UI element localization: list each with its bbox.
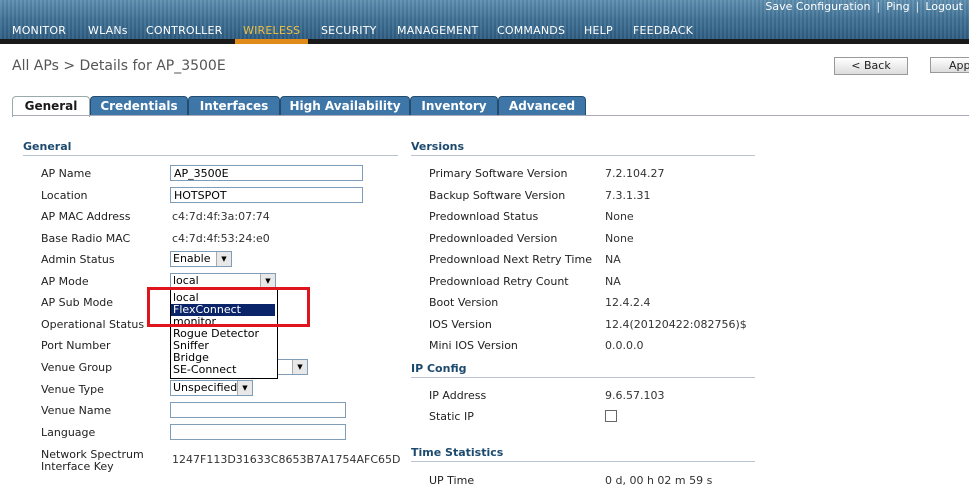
nav-monitor[interactable]: MONITOR [12, 24, 66, 37]
chevron-down-icon: ▼ [292, 360, 307, 374]
nav-management[interactable]: MANAGEMENT [397, 24, 478, 37]
venue-type-value: Unspecified [173, 381, 238, 394]
chevron-down-icon: ▼ [216, 252, 231, 266]
nav-wireless[interactable]: WIRELESS [243, 24, 300, 37]
ip-address-label: IP Address [429, 389, 487, 402]
ap-mode-option-se-connect[interactable]: SE-Connect [171, 364, 275, 376]
venue-type-label: Venue Type [41, 383, 104, 396]
nav-active-indicator [235, 39, 308, 44]
static-ip-label: Static IP [429, 410, 474, 423]
venue-group-label: Venue Group [41, 361, 113, 374]
ap-mode-label: AP Mode [41, 275, 89, 288]
version-value: 7.3.1.31 [605, 189, 651, 202]
nav-help[interactable]: HELP [584, 24, 613, 37]
versions-heading: Versions [411, 140, 465, 153]
operational-status-label: Operational Status [41, 318, 145, 331]
ap-mac-label: AP MAC Address [41, 210, 131, 223]
version-label: Boot Version [429, 296, 499, 309]
chevron-down-icon: ▼ [260, 274, 275, 288]
tab-interfaces[interactable]: Interfaces [188, 96, 280, 115]
ap-sub-mode-label: AP Sub Mode [41, 296, 114, 309]
up-time-label: UP Time [429, 474, 475, 487]
tab-high-availability[interactable]: High Availability [280, 96, 410, 115]
version-value: None [605, 210, 634, 223]
ping-link[interactable]: Ping [880, 0, 915, 13]
time-statistics-heading: Time Statistics [411, 446, 504, 459]
ap-name-input[interactable]: AP_3500E [170, 165, 363, 181]
version-value: NA [605, 253, 621, 266]
tab-inventory[interactable]: Inventory [410, 96, 498, 115]
location-label: Location [41, 189, 88, 202]
divider [411, 155, 755, 156]
page-title: All APs > Details for AP_3500E [12, 58, 226, 74]
nav-underline [0, 39, 969, 44]
version-label: Backup Software Version [429, 189, 566, 202]
venue-name-label: Venue Name [41, 404, 112, 417]
version-label: Mini IOS Version [429, 339, 518, 352]
base-radio-mac-label: Base Radio MAC [41, 232, 131, 245]
venue-name-input[interactable] [170, 402, 346, 418]
admin-status-value: Enable [173, 252, 211, 265]
version-label: Predownload Retry Count [429, 275, 569, 288]
venue-type-select[interactable]: Unspecified ▼ [170, 380, 253, 396]
ip-address-value: 9.6.57.103 [605, 389, 665, 402]
general-heading: General [23, 140, 72, 153]
up-time-value: 0 d, 00 h 02 m 59 s [605, 474, 713, 487]
back-button[interactable]: < Back [834, 57, 908, 75]
version-value: 7.2.104.27 [605, 167, 665, 180]
version-value: 12.4.2.4 [605, 296, 651, 309]
nav-wlans[interactable]: WLANs [88, 24, 128, 37]
annotation-highlight-box [147, 287, 310, 327]
divider [23, 155, 398, 156]
top-links: Save Configuration | Ping | Logout [759, 0, 969, 13]
port-number-label: Port Number [41, 339, 111, 352]
chevron-down-icon: ▼ [237, 381, 252, 395]
location-input[interactable]: HOTSPOT [170, 187, 363, 203]
tab-credentials[interactable]: Credentials [90, 96, 188, 115]
version-value: 12.4(20120422:082756)$ [605, 318, 747, 331]
nav-commands[interactable]: COMMANDS [497, 24, 565, 37]
version-label: Predownloaded Version [429, 232, 558, 245]
admin-status-label: Admin Status [41, 253, 115, 266]
nav-controller[interactable]: CONTROLLER [146, 24, 222, 37]
admin-status-select[interactable]: Enable ▼ [170, 251, 232, 267]
version-label: IOS Version [429, 318, 492, 331]
ap-mode-value: local [173, 274, 199, 287]
base-radio-mac-value: c4:7d:4f:53:24:e0 [172, 232, 270, 245]
tab-general[interactable]: General [12, 96, 90, 117]
logout-link[interactable]: Logout [919, 0, 969, 13]
network-spectrum-key-value: 1247F113D31633C8653B7A1754AFC65D [172, 453, 401, 466]
divider [411, 461, 755, 462]
save-configuration-link[interactable]: Save Configuration [759, 0, 876, 13]
version-label: Predownload Next Retry Time [429, 253, 592, 266]
language-input[interactable] [170, 424, 346, 440]
version-value: 0.0.0.0 [605, 339, 644, 352]
version-label: Predownload Status [429, 210, 539, 223]
language-label: Language [41, 426, 96, 439]
ip-config-heading: IP Config [411, 362, 467, 375]
network-spectrum-label-line2: Interface Key [41, 460, 114, 473]
version-value: NA [605, 275, 621, 288]
version-label: Primary Software Version [429, 167, 568, 180]
nav-feedback[interactable]: FEEDBACK [633, 24, 693, 37]
static-ip-checkbox[interactable] [605, 410, 617, 422]
ap-name-label: AP Name [41, 167, 92, 180]
nav-security[interactable]: SECURITY [321, 24, 377, 37]
version-value: None [605, 232, 634, 245]
ap-mac-value: c4:7d:4f:3a:07:74 [172, 210, 270, 223]
divider [411, 377, 755, 378]
tab-advanced[interactable]: Advanced [498, 96, 586, 115]
apply-button[interactable]: Apply [930, 57, 969, 73]
